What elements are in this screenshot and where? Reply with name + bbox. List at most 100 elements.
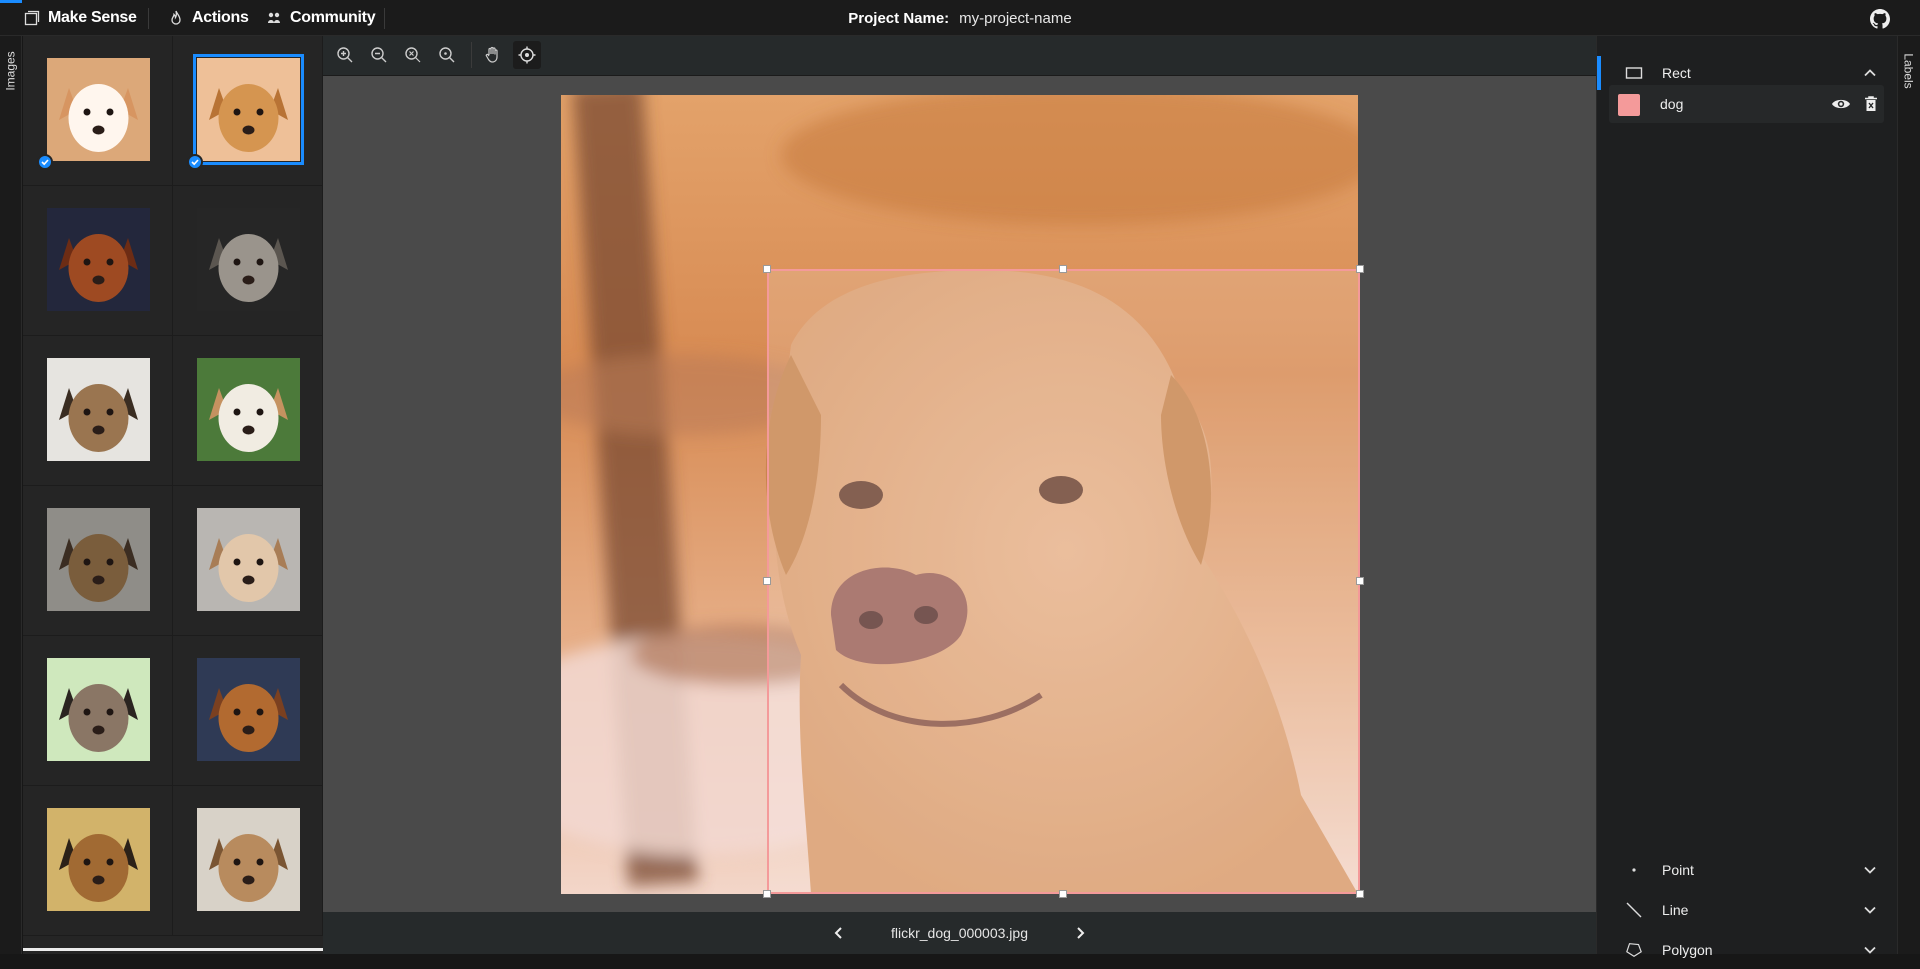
next-image-button[interactable] (1068, 921, 1092, 945)
thumbnail-cell[interactable] (23, 636, 173, 786)
thumbnail-cell[interactable] (173, 486, 323, 636)
github-icon[interactable] (1870, 9, 1890, 29)
point-icon (1625, 861, 1643, 879)
zoom-in-button[interactable] (331, 41, 359, 69)
brand-square-icon (24, 10, 40, 26)
thumbnail-cell[interactable] (23, 336, 173, 486)
top-navigation-bar: Make Sense Actions Community Project Nam… (0, 0, 1920, 36)
thumbnail-cell[interactable] (173, 636, 323, 786)
dog-thumbnail-image[interactable] (47, 58, 150, 161)
chevron-up-icon[interactable] (1862, 65, 1878, 81)
bbox-resize-handle[interactable] (1356, 890, 1364, 898)
thumbnail-cell[interactable] (173, 336, 323, 486)
thumbnail-cell[interactable] (23, 36, 173, 186)
trash-icon[interactable] (1863, 95, 1879, 113)
active-accent (0, 0, 22, 3)
label-color-swatch[interactable] (1618, 94, 1640, 116)
people-icon (268, 12, 280, 23)
eye-icon[interactable] (1831, 95, 1851, 113)
project-name-input[interactable]: my-project-name (959, 10, 1072, 27)
thumbnail-scrollbar[interactable] (23, 948, 337, 951)
bbox-resize-handle[interactable] (763, 265, 771, 273)
thumbnail-cell[interactable] (23, 186, 173, 336)
labels-tab-label-wrap: Labels (1898, 36, 1920, 106)
bbox-resize-handle[interactable] (1356, 577, 1364, 585)
flame-icon (171, 10, 181, 25)
label-item-dog[interactable]: dog (1609, 85, 1884, 123)
zoom-in-icon (337, 47, 353, 63)
brand-name: Make Sense (48, 9, 137, 26)
zoom-out-button[interactable] (365, 41, 393, 69)
crosshair-button[interactable] (513, 41, 541, 69)
thumbnail-cell[interactable] (23, 786, 173, 936)
bbox-resize-handle[interactable] (763, 890, 771, 898)
images-side-tab[interactable]: Images (0, 36, 22, 954)
project-name-label: Project Name: (848, 9, 950, 27)
dog-thumbnail-image[interactable] (193, 54, 304, 165)
actions-menu[interactable]: Actions (168, 0, 249, 36)
brand-logo-link[interactable]: Make Sense (24, 0, 137, 36)
thumbnail-cell[interactable] (23, 486, 173, 636)
checkmark-icon (187, 154, 203, 170)
label-name[interactable]: dog (1660, 96, 1683, 112)
bbox-resize-handle[interactable] (1059, 265, 1067, 273)
hand-pan-icon (485, 46, 498, 63)
dog-thumbnail-image[interactable] (197, 358, 300, 461)
active-section-indicator (1597, 56, 1601, 90)
thumbnail-cell[interactable] (173, 786, 323, 936)
line-icon (1625, 901, 1643, 919)
thumbnail-cell[interactable] (173, 36, 323, 186)
bbox-resize-handle[interactable] (763, 577, 771, 585)
dog-thumbnail-image[interactable] (47, 358, 150, 461)
chevron-right-icon (1077, 927, 1085, 939)
dog-thumbnail-image[interactable] (47, 658, 150, 761)
images-tab-label: Images (4, 51, 19, 91)
labels-panel: Rect dog Point Line Polygon (1596, 36, 1898, 958)
rect-section-title: Rect (1662, 65, 1691, 81)
crosshair-icon (518, 46, 536, 64)
rectangle-icon (1625, 64, 1643, 82)
dog-thumbnail-image[interactable] (47, 508, 150, 611)
point-section-header[interactable]: Point (1597, 851, 1898, 889)
polygon-section-title: Polygon (1662, 942, 1713, 958)
actions-label: Actions (192, 9, 249, 26)
divider (148, 8, 149, 29)
dog-thumbnail-image[interactable] (47, 808, 150, 911)
line-section-title: Line (1662, 902, 1689, 918)
checkmark-icon (37, 154, 53, 170)
community-label: Community (290, 9, 376, 26)
dog-thumbnail-image[interactable] (197, 208, 300, 311)
community-menu[interactable]: Community (266, 0, 376, 36)
zoom-max-icon (439, 47, 455, 63)
bbox-resize-handle[interactable] (1356, 265, 1364, 273)
line-section-header[interactable]: Line (1597, 891, 1898, 929)
image-navigation-bar: flickr_dog_000003.jpg (323, 912, 1596, 954)
dog-thumbnail-image[interactable] (197, 508, 300, 611)
polygon-section-header[interactable]: Polygon (1597, 931, 1898, 969)
chevron-left-icon (834, 927, 842, 939)
zoom-max-button[interactable] (433, 41, 461, 69)
labels-tab-label: Labels (1902, 53, 1916, 89)
current-filename: flickr_dog_000003.jpg (891, 925, 1028, 941)
toolbar-divider (471, 42, 472, 68)
dog-thumbnail-image[interactable] (197, 658, 300, 761)
dog-thumbnail-image[interactable] (47, 208, 150, 311)
dog-bounding-box[interactable] (767, 269, 1360, 894)
chevron-down-icon[interactable] (1862, 862, 1878, 878)
dog-thumbnail-image[interactable] (197, 808, 300, 911)
zoom-fit-button[interactable] (399, 41, 427, 69)
labels-side-tab[interactable]: Labels (1897, 36, 1920, 954)
polygon-icon (1625, 941, 1643, 959)
zoom-fit-icon (405, 47, 421, 63)
chevron-down-icon[interactable] (1862, 902, 1878, 918)
image-thumbnail-list (23, 36, 323, 954)
chevron-down-icon[interactable] (1862, 942, 1878, 958)
zoom-out-icon (371, 47, 387, 63)
divider (384, 8, 385, 29)
previous-image-button[interactable] (827, 921, 851, 945)
thumbnail-cell[interactable] (173, 186, 323, 336)
point-section-title: Point (1662, 862, 1694, 878)
bbox-resize-handle[interactable] (1059, 890, 1067, 898)
hand-pan-button[interactable] (479, 41, 507, 69)
editor-toolbar (323, 36, 1596, 76)
